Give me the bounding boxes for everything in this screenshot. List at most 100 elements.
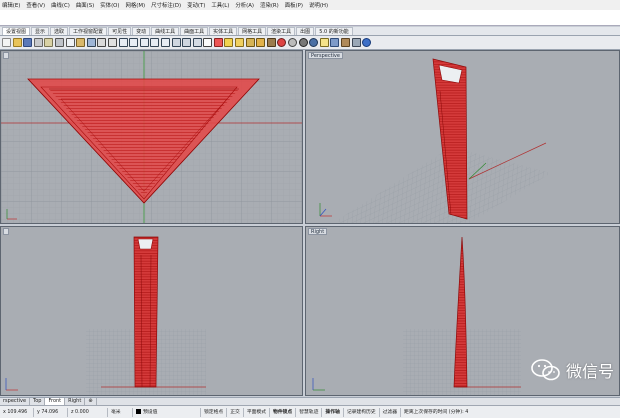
save-icon[interactable] (23, 38, 33, 47)
materials-icon[interactable] (341, 38, 350, 47)
import-icon[interactable] (44, 38, 54, 47)
tab-mesh-tools[interactable]: 网格工具 (238, 27, 267, 35)
point-icon[interactable] (213, 38, 223, 47)
viewport-label[interactable] (3, 52, 9, 59)
grid-snap-toggle[interactable]: 锁定格点 (201, 407, 228, 417)
tab-transform[interactable]: 变动 (132, 27, 151, 35)
viewport-tab-top[interactable]: Top (30, 398, 46, 405)
unit-label: 毫米 (108, 407, 133, 417)
tab-visibility[interactable]: 可见性 (108, 27, 132, 35)
hide-icon[interactable] (224, 38, 234, 47)
menu-curve[interactable]: 曲线(C) (51, 1, 70, 9)
top-viewport[interactable] (0, 50, 303, 224)
viewport-label[interactable]: Perspective (308, 52, 343, 59)
watermark-text: 微信号 (566, 362, 615, 381)
toolbar-tab-bar: 设置视图 显示 选取 工作视窗配置 可见性 变动 曲线工具 曲面工具 实体工具 … (0, 27, 620, 36)
cplane-icon[interactable] (192, 38, 202, 47)
front-viewport[interactable] (0, 226, 303, 396)
z-coordinate: z 0.000 (68, 407, 108, 417)
current-layer[interactable]: 预设值 (133, 407, 201, 417)
menu-solid[interactable]: 实体(O) (100, 1, 119, 9)
tab-set-view[interactable]: 设置视图 (2, 27, 31, 35)
viewport-tab-perspective[interactable]: rspective (0, 398, 31, 405)
lock-icon[interactable] (245, 38, 255, 47)
menu-transform[interactable]: 变动(T) (187, 1, 205, 9)
perspective-viewport[interactable]: Perspective (305, 50, 620, 224)
menu-panels[interactable]: 面板(P) (285, 1, 303, 9)
rendered-sphere-icon[interactable] (309, 38, 319, 47)
tab-select[interactable]: 选取 (50, 27, 69, 35)
paste-icon[interactable] (76, 38, 86, 47)
open-folder-icon[interactable] (12, 38, 22, 47)
x-coordinate: x 109.496 (0, 407, 34, 417)
gumball-toggle[interactable]: 操作轴 (322, 407, 344, 417)
menu-render[interactable]: 渲染(R) (260, 1, 279, 9)
light-icon[interactable] (319, 38, 329, 47)
menu-bar: 编辑(E) 查看(V) 曲线(C) 曲面(S) 实体(O) 网格(M) 尺寸标注… (0, 0, 620, 10)
front-view-canvas (5, 236, 206, 395)
cut-icon[interactable] (54, 38, 64, 47)
command-history-area[interactable] (0, 10, 620, 26)
status-bar: x 109.496 y 74.096 z 0.000 毫米 预设值 锁定格点 正… (0, 405, 620, 418)
tab-solid-tools[interactable]: 实体工具 (209, 27, 238, 35)
tab-new-in-v5[interactable]: 5.0 的新功能 (315, 27, 353, 35)
menu-surface[interactable]: 曲面(S) (76, 1, 94, 9)
properties-icon[interactable] (266, 38, 276, 47)
undo-icon[interactable] (86, 38, 96, 47)
tab-surface-tools[interactable]: 曲面工具 (180, 27, 209, 35)
grid-icon[interactable] (171, 38, 181, 47)
axis-gizmo (319, 203, 332, 217)
menu-mesh[interactable]: 网格(M) (126, 1, 146, 9)
perspective-view-canvas (319, 58, 551, 223)
viewport-label[interactable]: Right (308, 228, 328, 235)
smarttrack-toggle[interactable]: 智慧轨迹 (296, 407, 323, 417)
print-icon[interactable] (33, 38, 43, 47)
tab-render-tools[interactable]: 渲染工具 (267, 27, 296, 35)
menu-help[interactable]: 说明(H) (309, 1, 328, 9)
wechat-watermark: 微信号 (530, 358, 614, 382)
tab-drafting[interactable]: 出图 (296, 27, 315, 35)
tab-display[interactable]: 显示 (31, 27, 50, 35)
viewport-label[interactable] (3, 228, 9, 235)
rotate-view-icon[interactable] (107, 38, 117, 47)
shaded-sphere-icon[interactable] (298, 38, 308, 47)
viewport-tab-front[interactable]: Front (45, 398, 66, 405)
standard-toolbar (0, 36, 620, 50)
filter-toggle[interactable]: 过滤器 (380, 407, 402, 417)
show-icon[interactable] (235, 38, 245, 47)
viewport-tabs: rspective Top Front Right ⊕ (0, 397, 620, 405)
record-history-toggle[interactable]: 记录建构历史 (344, 407, 380, 417)
wireframe-sphere-icon[interactable] (288, 38, 298, 47)
tab-viewport-layout[interactable]: 工作视窗配置 (69, 27, 108, 35)
top-view-canvas (1, 51, 302, 223)
menu-dimension[interactable]: 尺寸标注(D) (151, 1, 181, 9)
ortho-toggle[interactable]: 正交 (227, 407, 244, 417)
new-file-icon[interactable] (2, 38, 11, 47)
help-globe-icon[interactable] (362, 38, 372, 47)
pan-icon[interactable] (97, 38, 107, 47)
menu-analyze[interactable]: 分析(A) (235, 1, 254, 9)
wechat-logo-icon (531, 359, 560, 381)
undo-view-icon[interactable] (160, 38, 170, 47)
planar-toggle[interactable]: 平面模式 (244, 407, 271, 417)
osnap-toggle[interactable]: 物件锁点 (270, 407, 297, 417)
tab-curve-tools[interactable]: 曲线工具 (151, 27, 180, 35)
menu-edit[interactable]: 编辑(E) (2, 1, 20, 9)
add-viewport-icon[interactable]: ⊕ (85, 398, 97, 405)
axis-gizmo (312, 378, 325, 391)
zoom-extents-icon[interactable] (139, 38, 149, 47)
zoom-icon[interactable] (118, 38, 128, 47)
menu-view[interactable]: 查看(V) (26, 1, 45, 9)
menu-tools[interactable]: 工具(L) (211, 1, 229, 9)
options-icon[interactable] (351, 38, 361, 47)
layer-icon[interactable] (256, 38, 266, 47)
viewport-tab-right[interactable]: Right (65, 398, 86, 405)
select-icon[interactable] (203, 38, 213, 47)
copy-icon[interactable] (65, 38, 75, 47)
four-viewports-icon[interactable] (182, 38, 192, 47)
y-coordinate: y 74.096 (34, 407, 68, 417)
render-icon[interactable] (330, 38, 340, 47)
color-palette-icon[interactable] (277, 38, 287, 47)
zoom-window-icon[interactable] (129, 38, 139, 47)
zoom-selected-icon[interactable] (150, 38, 160, 47)
